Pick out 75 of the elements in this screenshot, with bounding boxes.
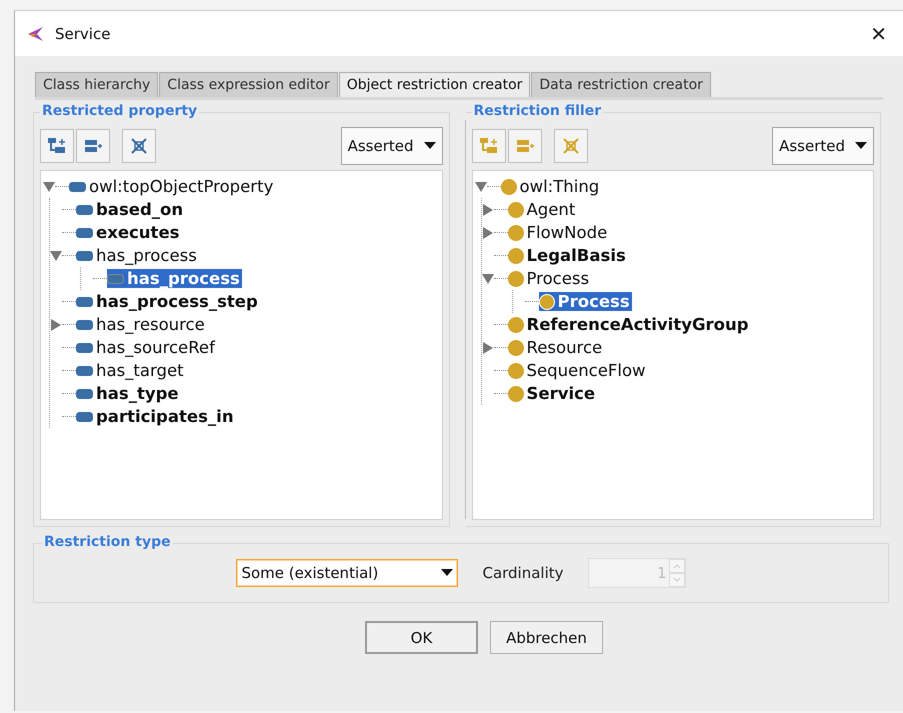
panel-title: Restricted property [40,103,200,119]
tree-item[interactable]: SequenceFlow [526,361,648,380]
property-icon [76,412,93,422]
tab[interactable]: Class expression editor [159,72,338,97]
class-icon [508,270,524,286]
add-sibling-button[interactable] [76,129,110,163]
restriction-type-dropdown[interactable]: Some (existential) [236,559,458,587]
expanded-arrow-icon[interactable] [482,274,494,284]
tree-item[interactable]: has_process [127,269,242,288]
dialog-button[interactable]: Abbrechen [490,621,603,654]
collapsed-arrow-icon[interactable] [482,342,494,354]
tree-item[interactable]: participates_in [96,407,236,426]
tree-item[interactable]: has_sourceRef [96,338,217,357]
mode-dropdown[interactable]: Asserted [340,127,442,165]
tree-item[interactable]: has_resource [96,315,207,334]
delete-button[interactable] [122,129,156,163]
tab[interactable]: Class hierarchy [35,72,158,97]
property-icon [76,228,93,238]
caret-icon [441,569,454,577]
expanded-arrow-icon[interactable] [474,182,486,192]
add-child-icon [47,137,67,155]
collapsed-arrow-icon[interactable] [482,204,494,216]
property-icon [76,320,93,330]
class-icon [508,248,524,264]
close-button[interactable]: ✕ [866,22,891,46]
property-icon [76,296,93,306]
class-icon [508,386,524,402]
tree-item[interactable]: owl:Thing [520,177,602,196]
expanded-arrow-icon[interactable] [50,250,62,260]
app-logo-icon [27,26,45,42]
tree-item[interactable]: Process [526,269,592,288]
property-icon [76,204,93,214]
tree-item[interactable]: Resource [526,338,604,357]
delete-icon [562,137,580,155]
cardinality-label: Cardinality [482,564,564,582]
property-icon [69,182,86,192]
tree-item[interactable]: FlowNode [526,223,610,242]
dialog-button[interactable]: OK [365,621,478,654]
caret-icon [424,142,436,150]
tree-item[interactable]: owl:topObjectProperty [89,177,276,196]
collapsed-arrow-icon[interactable] [50,318,62,330]
tree-item[interactable]: has_type [96,384,181,403]
property-icon [76,250,93,260]
tab[interactable]: Data restriction creator [531,72,711,97]
class-icon [508,362,524,378]
class-icon [508,202,524,218]
tree-item[interactable]: executes [96,223,182,242]
add-child-icon [478,137,498,155]
class-icon [538,294,554,310]
property-icon [76,366,93,376]
panel-title: Restriction type [42,534,173,550]
add-sibling-icon [83,137,103,155]
class-icon [500,178,516,194]
tree-item[interactable]: Agent [526,200,578,219]
caret-icon [855,142,867,150]
class-icon [508,224,524,240]
expanded-arrow-icon[interactable] [43,182,55,192]
window-title: Service [55,24,112,42]
tree-item[interactable]: has_process_step [96,292,260,311]
tab[interactable]: Object restriction creator [338,72,530,97]
tree-item[interactable]: LegalBasis [526,246,628,265]
add-sibling-icon [514,137,534,155]
tree-item[interactable]: has_process [96,246,199,265]
property-icon [76,388,93,398]
property-icon [76,342,93,352]
class-icon [508,340,524,356]
tree-item[interactable]: ReferenceActivityGroup [526,315,751,334]
tree-item[interactable]: Service [526,384,598,403]
delete-icon [130,137,148,155]
add-subitem-button[interactable] [40,129,74,163]
tree-item[interactable]: has_target [96,361,186,380]
mode-dropdown[interactable]: Asserted [772,127,874,165]
tree-item[interactable]: based_on [96,200,186,219]
collapsed-arrow-icon[interactable] [482,226,494,238]
class-icon [508,316,524,332]
